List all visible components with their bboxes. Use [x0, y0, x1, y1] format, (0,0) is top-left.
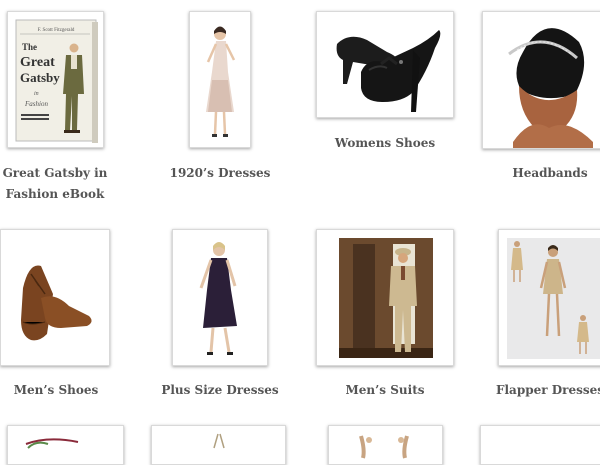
plus-size-dresses-thumbnail[interactable] — [172, 229, 268, 366]
product-thumbnail-row3-3[interactable] — [328, 425, 443, 465]
gatsby-ebook-cover-image: F. Scott Fitzgerald The Great Gatsby in … — [15, 19, 98, 143]
cover-author: F. Scott Fitzgerald — [38, 28, 75, 33]
svg-text:Great: Great — [20, 55, 55, 70]
svg-text:The: The — [22, 42, 37, 52]
product-thumbnail-row3-4[interactable] — [480, 425, 600, 465]
svg-text:Fashion: Fashion — [24, 100, 48, 108]
1920s-dresses-thumbnail[interactable] — [189, 11, 251, 148]
row3-item-image — [481, 426, 600, 465]
womens-shoes-image — [336, 30, 441, 112]
mens-shoes-thumbnail[interactable] — [0, 229, 110, 366]
womens-shoes-thumbnail[interactable] — [316, 11, 454, 118]
1920s-dresses-label[interactable]: 1920’s Dresses — [160, 163, 280, 184]
row3-item-image — [213, 433, 225, 449]
plus-size-dresses-label[interactable]: Plus Size Dresses — [160, 380, 280, 401]
headbands-label[interactable]: Headbands — [490, 163, 600, 184]
mens-shoes-image — [21, 265, 92, 341]
1920s-dress-image — [206, 26, 236, 137]
svg-text:in: in — [34, 91, 39, 97]
row3-item-image — [25, 438, 79, 449]
svg-text:Gatsby: Gatsby — [20, 70, 60, 85]
womens-shoes-label[interactable]: Womens Shoes — [325, 133, 445, 154]
mens-shoes-label[interactable]: Men’s Shoes — [0, 380, 116, 401]
headbands-thumbnail[interactable] — [482, 11, 600, 149]
mens-suits-label[interactable]: Men’s Suits — [325, 380, 445, 401]
mens-suit-image — [339, 238, 433, 358]
flapper-dresses-label[interactable]: Flapper Dresses — [490, 380, 600, 401]
gatsby-ebook-thumbnail[interactable]: F. Scott Fitzgerald The Great Gatsby in … — [7, 11, 104, 148]
gatsby-ebook-label[interactable]: Great Gatsby in Fashion eBook — [0, 163, 122, 205]
headband-model-image — [508, 28, 593, 148]
plus-size-dress-image — [199, 242, 237, 355]
product-thumbnail-row3-1[interactable] — [7, 425, 124, 465]
product-thumbnail-row3-2[interactable] — [151, 425, 286, 465]
row3-item-image — [359, 435, 409, 459]
flapper-dresses-thumbnail[interactable] — [498, 229, 600, 366]
mens-suits-thumbnail[interactable] — [316, 229, 454, 366]
flapper-dress-image — [507, 238, 600, 359]
